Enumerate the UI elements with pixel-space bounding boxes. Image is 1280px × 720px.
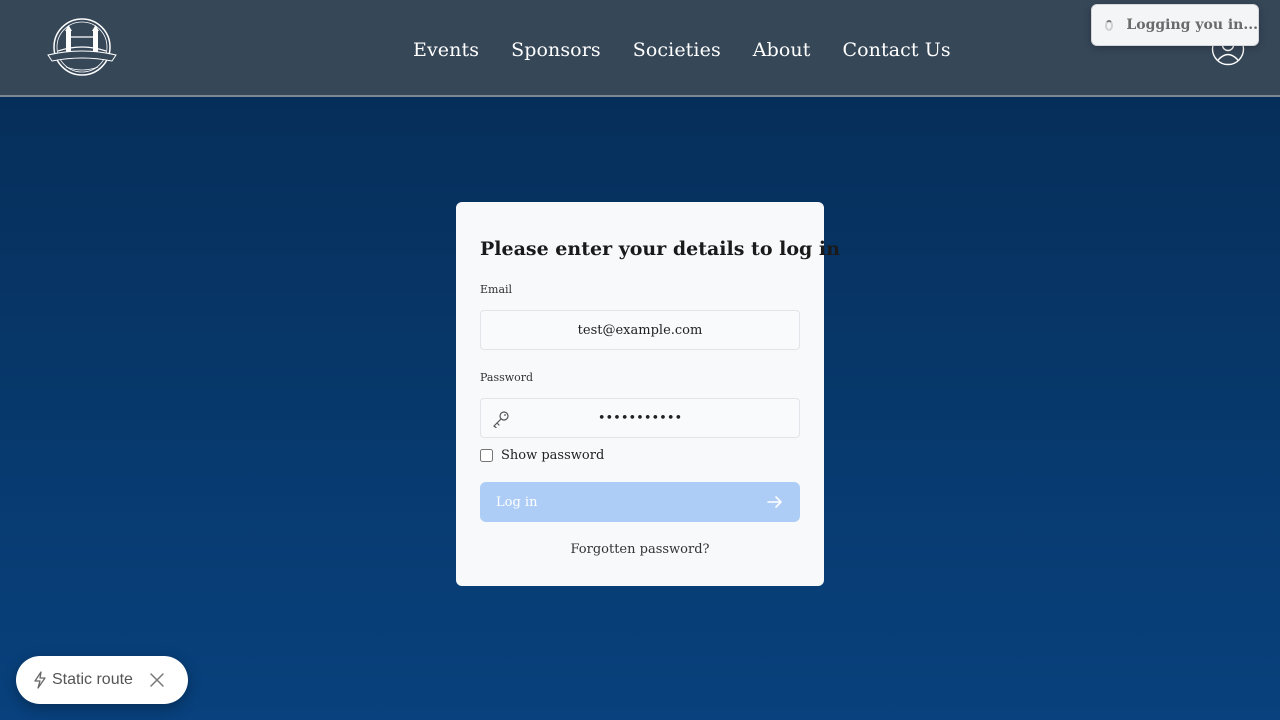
forgot-password-link[interactable]: Forgotten password? — [456, 542, 824, 557]
nav-about[interactable]: About — [753, 39, 811, 61]
login-button[interactable]: Log in — [480, 482, 800, 522]
toast-text: Logging you in... — [1126, 17, 1258, 33]
show-password-toggle[interactable]: Show password — [480, 448, 604, 463]
login-title: Please enter your details to log in — [480, 238, 840, 260]
email-input[interactable] — [480, 310, 800, 350]
password-input[interactable] — [481, 399, 799, 437]
email-label: Email — [480, 283, 513, 296]
login-button-label: Log in — [496, 494, 538, 510]
key-icon — [493, 411, 509, 428]
show-password-checkbox[interactable] — [480, 449, 493, 462]
show-password-label: Show password — [501, 448, 605, 463]
site-logo[interactable] — [44, 17, 120, 81]
navbar: Events Sponsors Societies About Contact … — [0, 0, 1280, 97]
nav-contact-us[interactable]: Contact Us — [843, 39, 951, 61]
login-toast: Logging you in... — [1091, 4, 1259, 46]
password-field — [480, 398, 800, 438]
main-nav: Events Sponsors Societies About Contact … — [413, 36, 951, 64]
login-card: Please enter your details to log in Emai… — [456, 202, 840, 586]
close-icon[interactable] — [149, 672, 165, 688]
nav-sponsors[interactable]: Sponsors — [511, 39, 601, 61]
static-route-indicator: Static route — [16, 656, 188, 704]
static-route-label: Static route — [52, 671, 133, 688]
nav-events[interactable]: Events — [413, 39, 479, 61]
spinner-icon — [1105, 19, 1114, 31]
nav-societies[interactable]: Societies — [633, 39, 721, 61]
lightning-bolt-icon — [34, 671, 46, 689]
tower-bridge-logo-icon — [47, 18, 117, 76]
arrow-right-icon — [767, 496, 782, 508]
password-label: Password — [480, 371, 534, 384]
